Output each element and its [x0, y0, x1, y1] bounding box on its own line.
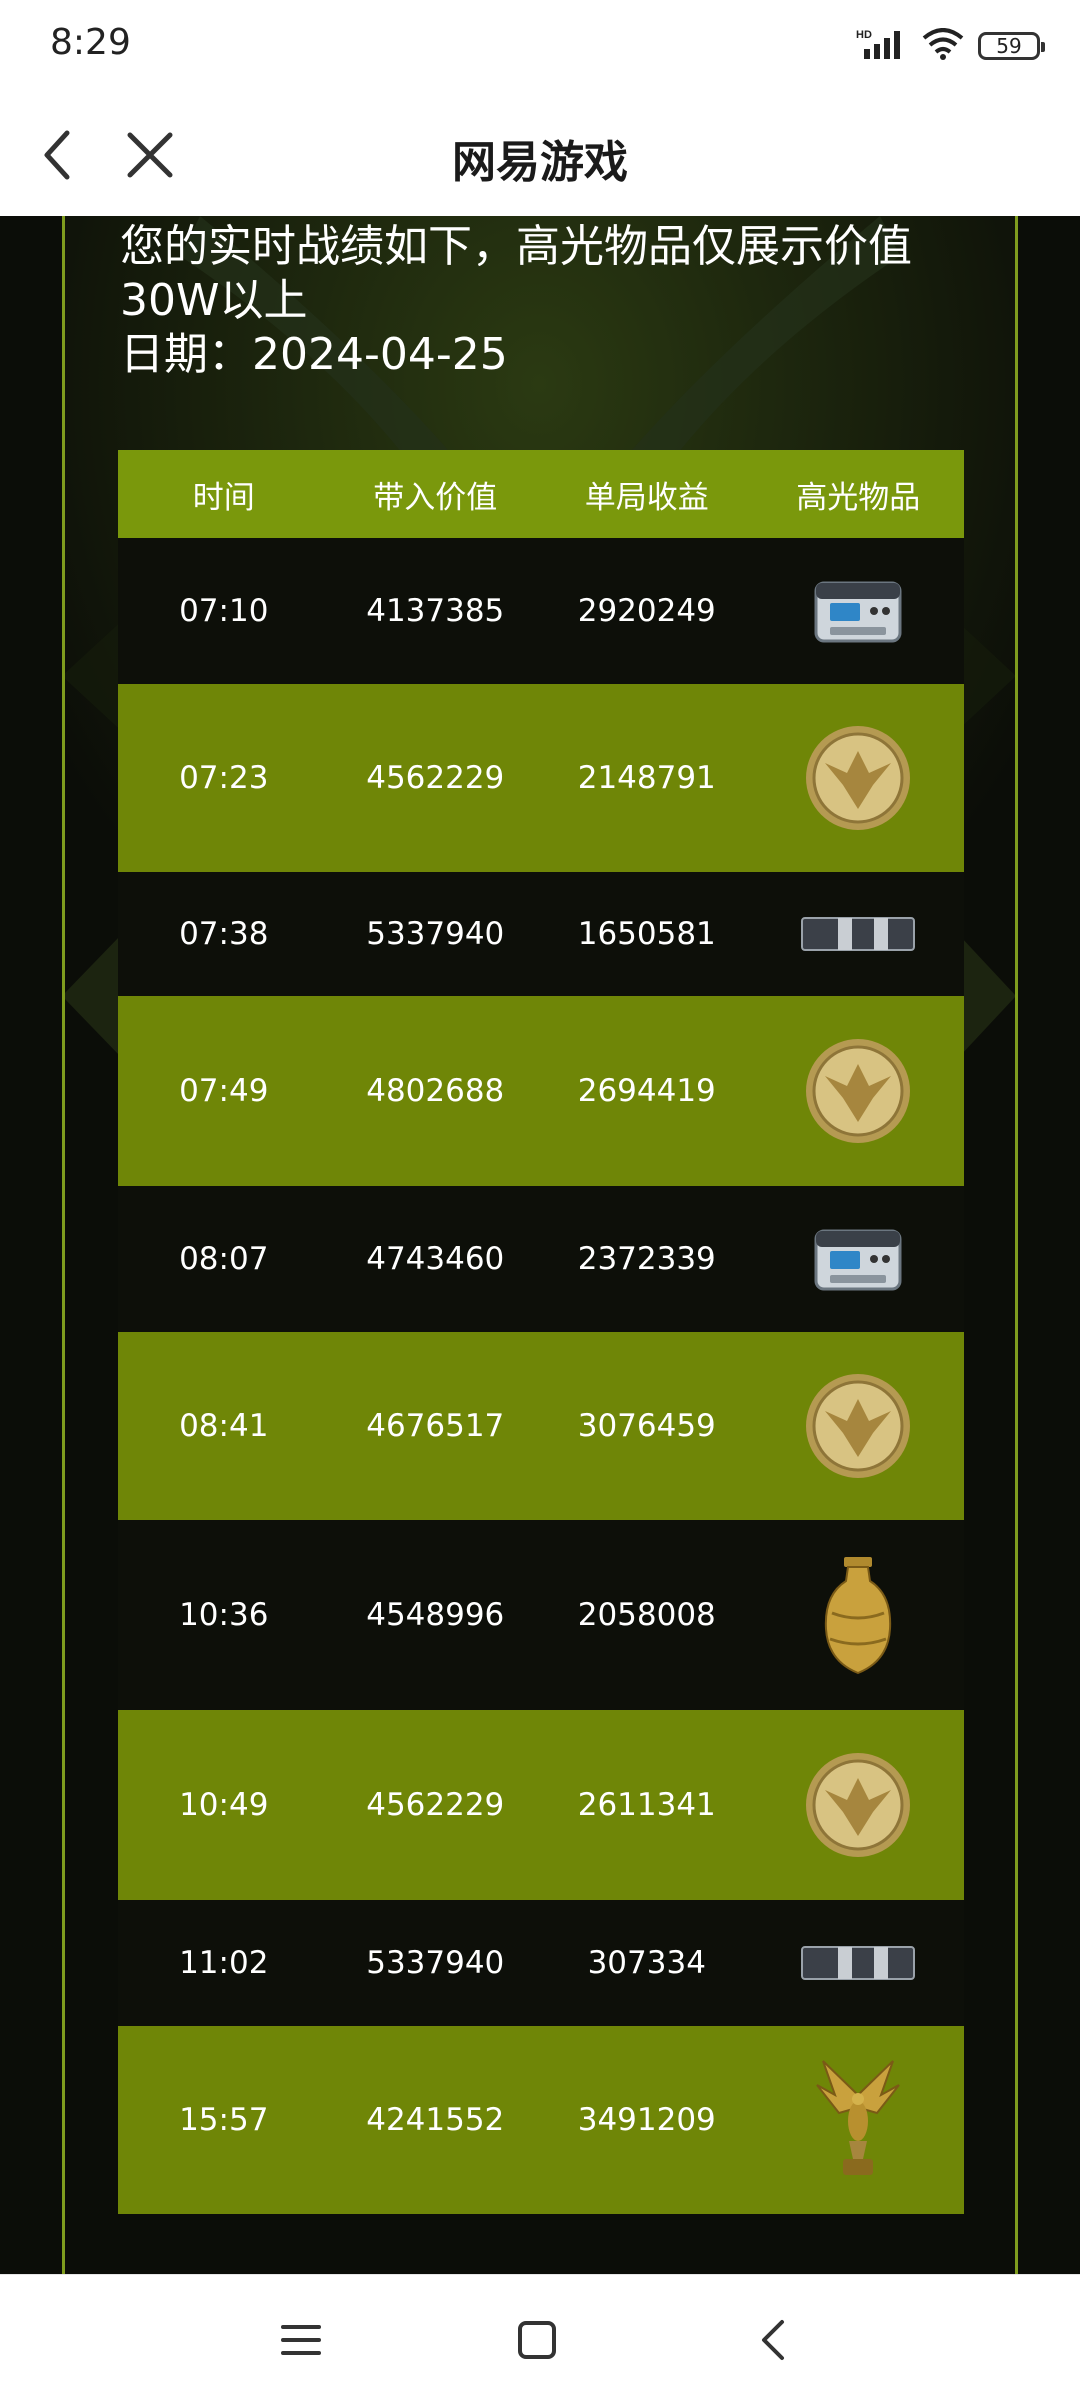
cell-value: 4241552	[366, 2102, 505, 2138]
hd-label: HD	[856, 29, 872, 41]
table-row: 08:41 4676517 3076459	[118, 1332, 964, 1520]
header-carry-value: 带入价值	[373, 479, 498, 516]
cell-value: 4137385	[366, 593, 505, 629]
cell-time: 07:38	[179, 916, 269, 952]
cell-value: 5337940	[366, 1945, 505, 1981]
cell-item	[753, 1750, 965, 1860]
cell-profit: 2372339	[577, 1241, 716, 1277]
cell-time: 11:02	[179, 1945, 269, 1981]
table-row: 10:49 4562229 2611341	[118, 1710, 964, 1900]
cell-profit: 2920249	[577, 593, 716, 629]
power-station-icon	[814, 581, 902, 643]
cell-time: 07:23	[179, 760, 269, 796]
signal-icon: HD	[856, 27, 908, 65]
nav-menu-button[interactable]	[266, 2305, 336, 2375]
page-title: 网易游戏	[452, 137, 628, 188]
cell-profit: 3491209	[577, 2102, 716, 2138]
gold-coin-icon	[806, 1753, 911, 1857]
table-row: 10:36 4548996 2058008	[118, 1520, 964, 1710]
cell-item	[753, 2055, 965, 2185]
cell-value: 4676517	[366, 1408, 505, 1444]
record-intro: 您的实时战绩如下，高光物品仅展示价值 30W以上 日期：2024-04-25	[120, 220, 980, 382]
cell-item	[753, 1553, 965, 1677]
cell-time: 10:36	[179, 1597, 269, 1633]
status-time: 8:29	[50, 22, 131, 63]
wifi-icon	[922, 28, 964, 64]
cell-item	[753, 1943, 965, 1983]
battery-pack-icon	[801, 1946, 916, 1980]
cell-profit: 2694419	[577, 1073, 716, 1109]
cell-time: 15:57	[179, 2102, 269, 2138]
cell-item	[753, 723, 965, 833]
table-row: 07:23 4562229 2148791	[118, 684, 964, 872]
cell-time: 08:07	[179, 1241, 269, 1277]
power-station-icon	[814, 1229, 902, 1291]
cell-item	[753, 1223, 965, 1295]
cell-time: 08:41	[179, 1408, 269, 1444]
cell-time: 07:10	[179, 593, 269, 629]
table-row: 08:07 4743460 2372339	[118, 1186, 964, 1332]
cell-profit: 2611341	[577, 1787, 716, 1823]
record-table: 时间 带入价值 单局收益 高光物品 07:10 4137385 2920249	[118, 450, 964, 2214]
intro-date: 日期：2024-04-25	[120, 329, 508, 380]
gold-coin-icon	[806, 726, 911, 830]
cell-value: 4562229	[366, 760, 505, 796]
back-triangle-icon	[762, 2320, 784, 2360]
cell-value: 4743460	[366, 1241, 505, 1277]
battery-pack-icon	[801, 917, 916, 951]
header-profit: 单局收益	[584, 479, 709, 516]
gold-coin-icon	[806, 1374, 911, 1478]
cell-item	[753, 1036, 965, 1146]
cell-value: 4548996	[366, 1597, 505, 1633]
cell-value: 4802688	[366, 1073, 505, 1109]
frame-border-right	[1015, 216, 1018, 2274]
golden-vase-icon	[825, 1557, 892, 1675]
status-icons: HD 59	[856, 26, 1045, 66]
table-row: 15:57 4241552 3491209	[118, 2026, 964, 2214]
golden-eagle-icon	[816, 2060, 901, 2175]
nav-home-button[interactable]	[502, 2305, 572, 2375]
table-row: 07:10 4137385 2920249	[118, 538, 964, 684]
cell-time: 10:49	[179, 1787, 269, 1823]
cell-profit: 3076459	[577, 1408, 716, 1444]
menu-icon	[281, 2325, 321, 2355]
webview-content[interactable]: 您的实时战绩如下，高光物品仅展示价值 30W以上 日期：2024-04-25 时…	[0, 216, 1080, 2274]
home-square-icon	[518, 2321, 556, 2359]
intro-line-1: 您的实时战绩如下，高光物品仅展示价值	[120, 221, 912, 272]
system-nav-bar	[0, 2274, 1080, 2401]
table-header: 时间 带入价值 单局收益 高光物品	[118, 450, 964, 538]
status-bar: 8:29 HD 59	[0, 0, 1080, 92]
table-row: 11:02 5337940 307334	[118, 1900, 964, 2026]
cell-profit: 2148791	[577, 760, 716, 796]
frame-border-left	[62, 216, 65, 2274]
header-time: 时间	[192, 479, 255, 516]
table-row: 07:38 5337940 1650581	[118, 872, 964, 996]
nav-back-button[interactable]	[738, 2305, 808, 2375]
cell-profit: 2058008	[577, 1597, 716, 1633]
app-header: 网易游戏	[0, 92, 1080, 216]
cell-value: 4562229	[366, 1787, 505, 1823]
battery-icon: 59	[978, 32, 1045, 60]
cell-value: 5337940	[366, 916, 505, 952]
gold-coin-icon	[806, 1039, 911, 1143]
cell-item	[753, 575, 965, 647]
intro-line-2: 30W以上	[120, 275, 308, 326]
cell-item	[753, 914, 965, 954]
battery-level: 59	[996, 34, 1022, 58]
cell-profit: 307334	[587, 1945, 706, 1981]
cell-item	[753, 1371, 965, 1481]
cell-time: 07:49	[179, 1073, 269, 1109]
cell-profit: 1650581	[577, 916, 716, 952]
header-highlight-item: 高光物品	[796, 479, 921, 516]
table-row: 07:49 4802688 2694419	[118, 996, 964, 1186]
